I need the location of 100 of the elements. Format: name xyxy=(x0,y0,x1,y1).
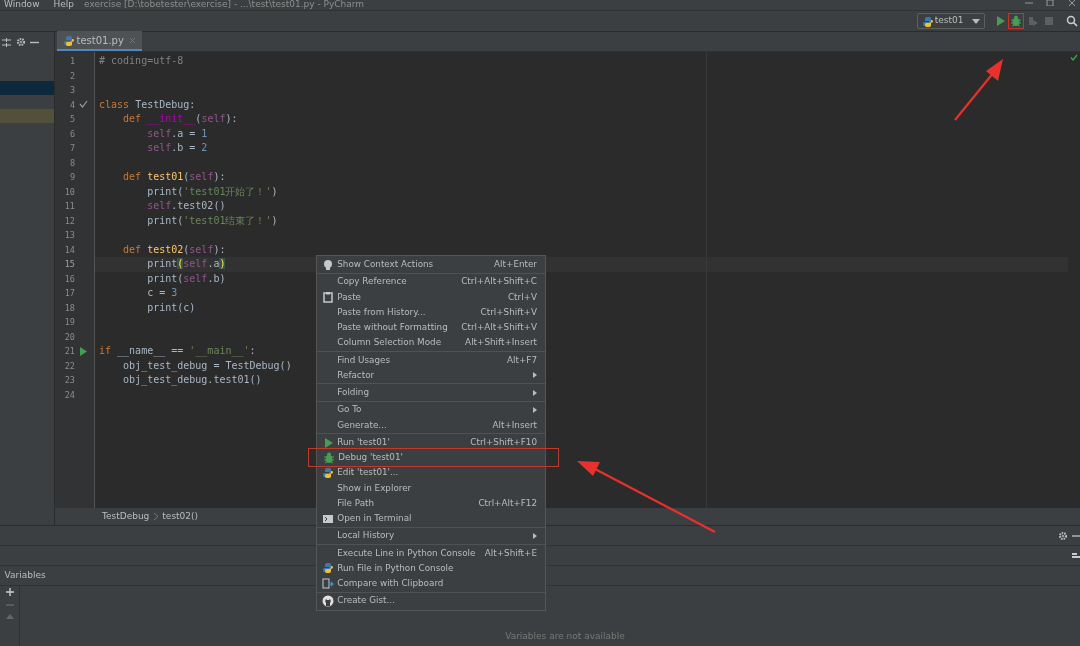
panel-tab[interactable]: Variables xyxy=(4,568,46,583)
menu-item[interactable]: Window xyxy=(4,0,40,9)
menu-item[interactable]: Generate... Alt+Insert xyxy=(317,417,545,433)
line-number: 14 xyxy=(63,243,75,257)
breadcrumb[interactable]: test02() xyxy=(162,509,199,524)
line-number: 24 xyxy=(63,388,75,402)
annotation-arrow xyxy=(954,59,1003,121)
up-icon[interactable] xyxy=(5,613,14,620)
line-number: 20 xyxy=(63,330,75,344)
line-number: 17 xyxy=(63,287,75,300)
code-line: print(c) xyxy=(146,301,196,313)
line-number: 10 xyxy=(63,185,75,199)
github-icon xyxy=(322,595,334,608)
menu-item[interactable]: Debug 'test01' xyxy=(308,448,559,468)
stop-icon[interactable] xyxy=(1043,15,1056,27)
line-number: 15 xyxy=(63,258,75,271)
code-line: # coding=utf-8 xyxy=(99,55,184,66)
python-logo-icon xyxy=(322,562,334,575)
file-tab[interactable]: test01.py xyxy=(57,31,143,51)
coverage-icon[interactable] xyxy=(1026,15,1039,27)
code-line: class TestDebug: xyxy=(99,98,196,110)
menu-item[interactable]: Local History xyxy=(317,528,545,544)
settings-icon[interactable] xyxy=(15,37,26,47)
breadcrumb[interactable]: TestDebug xyxy=(102,509,150,524)
menu-item[interactable]: Run File in Python Console xyxy=(317,560,545,577)
code-line: print('test01开始了！') xyxy=(146,185,278,197)
menu-item[interactable]: Copy Reference Ctrl+Alt+Shift+C xyxy=(317,274,545,290)
line-number: 12 xyxy=(63,214,75,228)
menu-item[interactable]: Paste from History... Ctrl+Shift+V xyxy=(317,304,545,320)
code-line: def __init__(self): xyxy=(122,113,238,124)
bug-icon xyxy=(323,451,335,464)
window-title: exercise [D:\tobetester\exercise] - ...\test\test01.py - PyCharm xyxy=(84,0,365,9)
line-number: 4 xyxy=(68,98,75,112)
menu-item[interactable]: Show Context Actions Alt+Enter xyxy=(317,257,545,273)
python-file-icon xyxy=(63,34,75,46)
debug-icon[interactable] xyxy=(1010,15,1023,27)
close-icon[interactable] xyxy=(129,36,137,44)
menu-item[interactable]: Compare with Clipboard xyxy=(317,576,545,592)
line-number: 19 xyxy=(63,316,75,329)
code-line: print('test01结束了！') xyxy=(146,214,278,226)
line-number: 5 xyxy=(68,113,75,126)
menu-item[interactable]: Edit 'test01'... xyxy=(317,465,545,481)
add-icon[interactable] xyxy=(5,588,14,597)
menu-item[interactable]: Find Usages Alt+F7 xyxy=(317,352,545,368)
code-line: self.test02() xyxy=(146,200,226,211)
code-line: obj_test_debug.test01() xyxy=(122,374,262,385)
menu-item[interactable]: Help xyxy=(53,0,75,9)
code-line: self.b = 2 xyxy=(146,142,208,153)
check-icon xyxy=(1070,54,1078,62)
caret-icon xyxy=(971,18,980,24)
line-number: 22 xyxy=(63,359,75,373)
close-icon[interactable] xyxy=(1067,0,1076,6)
check-icon xyxy=(78,100,88,110)
menu-item[interactable]: Execute Line in Python Console Alt+Shift+E xyxy=(317,545,545,561)
python-logo-icon xyxy=(921,15,933,27)
run-icon xyxy=(322,436,334,449)
python-logo-icon xyxy=(322,466,334,479)
menu-item[interactable]: Open in Terminal xyxy=(317,510,545,527)
code-line: print(self.b) xyxy=(146,272,226,284)
line-number: 16 xyxy=(63,272,75,286)
menu-item[interactable]: Run 'test01' Ctrl+Shift+F10 xyxy=(317,435,545,451)
code-line: print(self.a) xyxy=(146,258,226,269)
code-line: def test01(self): xyxy=(122,171,226,182)
clipboard-icon xyxy=(322,291,334,304)
run-icon[interactable] xyxy=(79,346,87,356)
code-line: def test02(self): xyxy=(122,243,226,255)
compare-icon xyxy=(322,577,334,590)
line-number: 21 xyxy=(63,345,75,358)
line-number: 11 xyxy=(63,200,75,213)
terminal-icon xyxy=(322,512,334,525)
search-icon[interactable] xyxy=(1065,15,1078,27)
code-line: if __name__ == '__main__': xyxy=(99,345,256,356)
line-number: 8 xyxy=(68,156,75,170)
menu-item[interactable]: Show in Explorer xyxy=(317,480,545,496)
menu-item[interactable]: Create Gist... xyxy=(317,593,545,609)
line-number: 13 xyxy=(63,229,75,242)
menu-item[interactable]: Column Selection Mode Alt+Shift+Insert xyxy=(317,335,545,351)
line-number: 9 xyxy=(68,171,75,184)
menu-item[interactable]: Folding xyxy=(317,385,545,401)
line-number: 18 xyxy=(63,301,75,315)
settings-icon[interactable] xyxy=(1057,530,1068,541)
line-number: 23 xyxy=(63,374,75,387)
line-number: 7 xyxy=(68,142,75,155)
menu-item[interactable]: File Path Ctrl+Alt+F12 xyxy=(317,495,545,511)
code-line: obj_test_debug = TestDebug() xyxy=(122,359,292,371)
code-line: self.a = 1 xyxy=(146,127,208,139)
menu-item[interactable]: Go To xyxy=(317,402,545,418)
line-number: 2 xyxy=(68,69,75,83)
code-line: c = 3 xyxy=(146,287,178,298)
line-number: 6 xyxy=(68,127,75,141)
collapse-icon[interactable] xyxy=(2,37,12,47)
layout-icon[interactable] xyxy=(1072,551,1080,560)
restore-icon[interactable] xyxy=(1046,0,1054,6)
chevron-icon xyxy=(153,513,158,520)
lightbulb-icon xyxy=(322,258,334,271)
line-number: 1 xyxy=(68,55,75,68)
menu-item[interactable]: Paste without Formatting Ctrl+Alt+Shift+V xyxy=(317,319,545,336)
menu-item[interactable]: Paste Ctrl+V xyxy=(317,289,545,305)
menu-item[interactable]: Refactor xyxy=(317,367,545,383)
run-configuration-dropdown[interactable]: test01 xyxy=(916,13,985,29)
